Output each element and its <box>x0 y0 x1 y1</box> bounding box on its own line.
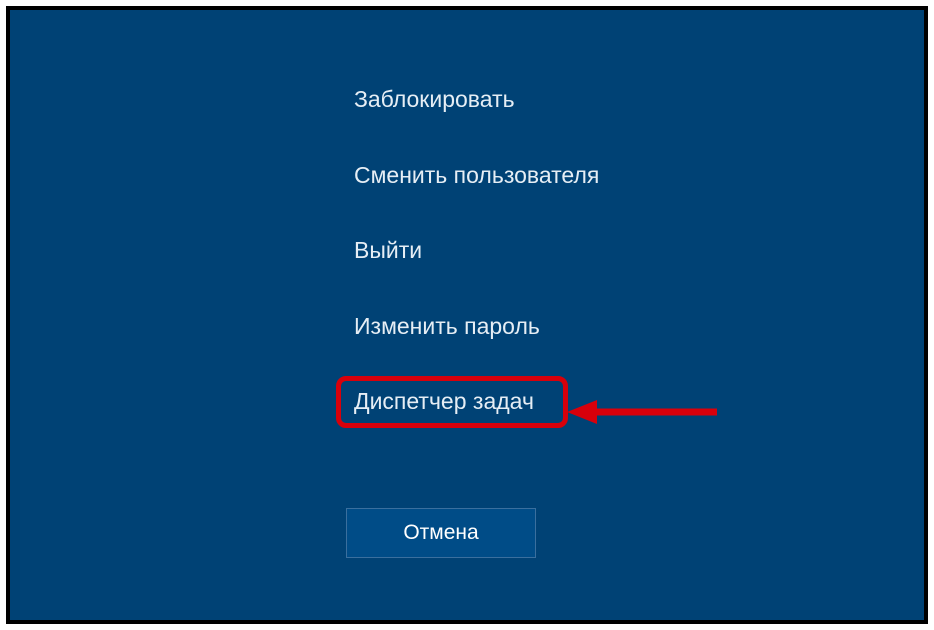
task-manager-highlight-wrapper: Диспетчер задач <box>346 380 609 424</box>
security-options-menu: Заблокировать Сменить пользователя Выйти… <box>346 78 609 424</box>
cancel-button[interactable]: Отмена <box>346 508 536 558</box>
change-password-option[interactable]: Изменить пароль <box>346 305 609 349</box>
switch-user-option[interactable]: Сменить пользователя <box>346 154 609 198</box>
sign-out-option[interactable]: Выйти <box>346 229 609 273</box>
security-options-screen: Заблокировать Сменить пользователя Выйти… <box>6 6 928 624</box>
lock-option[interactable]: Заблокировать <box>346 78 609 122</box>
task-manager-option[interactable]: Диспетчер задач <box>346 380 609 424</box>
